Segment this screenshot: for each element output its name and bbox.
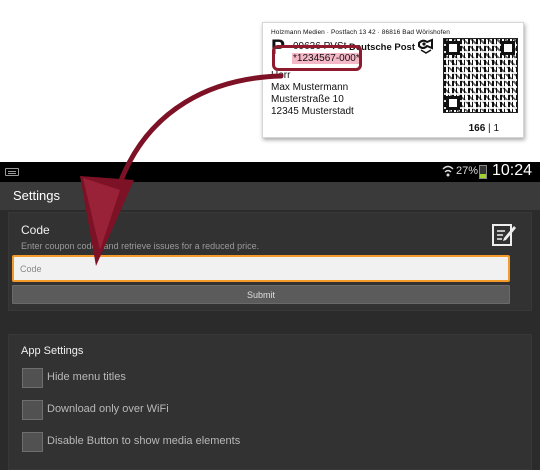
- code-input[interactable]: [12, 255, 510, 282]
- issue-page-main: 166: [468, 123, 486, 134]
- edit-note-icon[interactable]: [491, 221, 517, 247]
- checkbox[interactable]: [22, 400, 43, 420]
- issue-page-sub: 1: [493, 123, 499, 134]
- submit-button[interactable]: Submit: [12, 285, 510, 304]
- checkbox[interactable]: [22, 432, 43, 452]
- recipient-line: Max Mustermann: [271, 82, 349, 93]
- coupon-code-highlight-frame: [272, 45, 362, 71]
- code-section-title: Code: [21, 223, 50, 237]
- recipient-line: Herr: [271, 70, 291, 81]
- settings-screen: Settings Code Enter coupon codes and ret…: [0, 182, 540, 470]
- option-label: Download only over WiFi: [47, 403, 169, 415]
- status-bar: 27% 10:24: [0, 162, 540, 182]
- option-label: Disable Button to show media elements: [47, 435, 241, 447]
- checkbox[interactable]: [22, 368, 43, 388]
- code-section-description: Enter coupon codes and retrieve issues f…: [21, 241, 260, 251]
- status-clock: 10:24: [492, 162, 533, 179]
- app-settings-section: App Settings Hide menu titles Download o…: [8, 334, 532, 470]
- app-settings-title: App Settings: [21, 345, 84, 357]
- wifi-icon: [442, 165, 454, 177]
- datamatrix-code: [443, 38, 518, 113]
- option-label: Hide menu titles: [47, 371, 126, 383]
- battery-icon: [479, 165, 487, 179]
- recipient-address: Herr Max Mustermann Musterstraße 10 1234…: [271, 70, 354, 118]
- recipient-line: 12345 Musterstadt: [271, 106, 354, 117]
- option-disable-media-button[interactable]: Disable Button to show media elements: [22, 432, 502, 452]
- datamatrix-finder: [446, 41, 460, 55]
- option-download-wifi-only[interactable]: Download only over WiFi: [22, 400, 502, 420]
- datamatrix-finder: [501, 41, 515, 55]
- action-bar: Settings: [0, 182, 540, 210]
- issue-page-number: 166 | 1: [469, 123, 499, 134]
- keyboard-icon: [5, 168, 19, 176]
- sender-line: Holzmann Medien · Postfach 13 42 · 86816…: [271, 29, 450, 36]
- recipient-line: Musterstraße 10: [271, 94, 344, 105]
- address-label: Holzmann Medien · Postfach 13 42 · 86816…: [262, 22, 524, 138]
- option-hide-menu-titles[interactable]: Hide menu titles: [22, 368, 502, 388]
- post-horn-icon: [418, 38, 433, 54]
- datamatrix-finder: [446, 96, 460, 110]
- page-title: Settings: [13, 188, 60, 203]
- battery-percent: 27%: [456, 165, 479, 177]
